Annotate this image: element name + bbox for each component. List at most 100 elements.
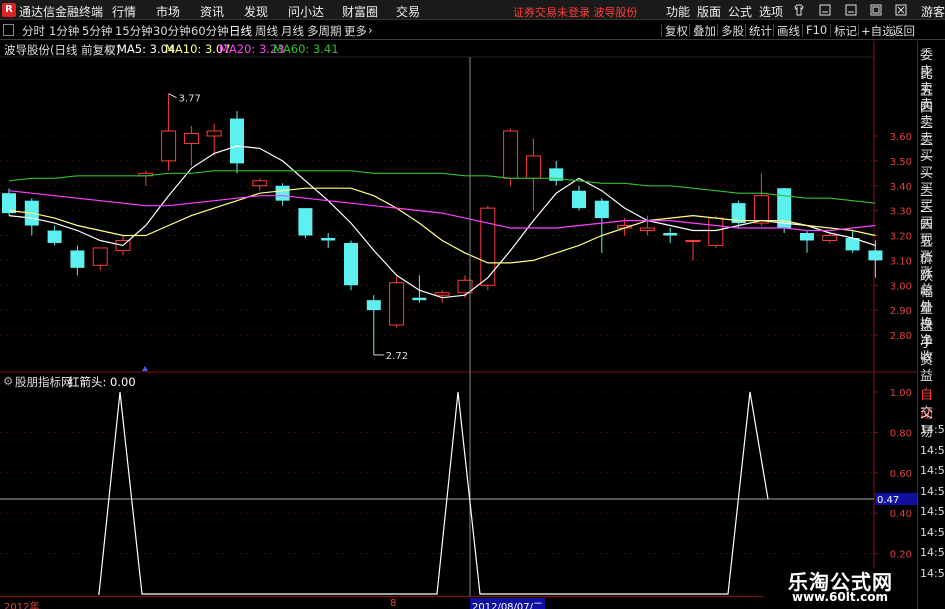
menu-function[interactable]: 功能 <box>666 3 690 20</box>
candle <box>366 295 381 355</box>
tool-adjust[interactable]: 复权 <box>665 23 688 39</box>
candle-body <box>685 239 701 242</box>
candle <box>230 111 244 174</box>
period-15min[interactable]: 15分钟 <box>115 23 153 39</box>
indicator-tick-label: 0.80 <box>890 428 912 439</box>
menu-discover[interactable]: 发现 <box>244 3 268 20</box>
indicator-line <box>98 391 769 595</box>
candle-body <box>344 242 358 286</box>
candle <box>525 138 541 211</box>
tool-draw[interactable]: 画线 <box>777 23 800 39</box>
trade-time: 14:56 <box>920 443 945 457</box>
price-tick-label: 3.10 <box>890 256 912 267</box>
trade-time: 14:56 <box>920 505 945 518</box>
candle-body <box>275 185 290 201</box>
candle-body <box>868 250 883 261</box>
guest-label[interactable]: 游客 <box>921 3 945 20</box>
chart-canvas[interactable]: 3.60 3.50 3.40 3.30 3.20 3.10 3.00 2.90 2.80 1.00… <box>0 0 945 609</box>
candle-body <box>480 207 496 286</box>
candle <box>572 185 586 211</box>
quote-side-panel: 委比 卖五 卖四 卖三 卖二 卖一 买一 买二 买三 买四 买五 现价 涨跌 涨幅 总量 外盘 换手 净资 收益 自动… <box>917 41 945 609</box>
candle-body <box>753 195 769 224</box>
menu-wealth[interactable]: 财富圈 <box>342 3 378 20</box>
menu-ask[interactable]: 问小达 <box>288 3 324 20</box>
event-marker-icon <box>142 366 148 371</box>
period-monthly[interactable]: 月线 <box>281 23 304 39</box>
tool-stats[interactable]: 统计 <box>749 23 772 39</box>
candle-body <box>412 297 427 301</box>
minimize-icon[interactable] <box>819 4 831 16</box>
price-tick-label: 2.90 <box>890 306 912 317</box>
candle-body <box>183 133 199 144</box>
menu-market[interactable]: 市场 <box>156 3 180 20</box>
candle <box>161 93 177 171</box>
candle <box>594 198 609 253</box>
menu-quotes[interactable]: 行情 <box>112 3 136 20</box>
candle <box>800 230 814 253</box>
period-tick[interactable]: 分时 <box>22 23 45 39</box>
shirt-icon[interactable] <box>793 4 805 16</box>
candle-body <box>708 217 724 246</box>
period-30min[interactable]: 30分钟 <box>153 23 191 39</box>
ma60-label: MA60: 3.41 <box>273 42 339 56</box>
period-5min[interactable]: 5分钟 <box>82 23 112 39</box>
close-icon[interactable] <box>895 4 907 16</box>
chevron-right-icon[interactable]: › <box>368 23 373 37</box>
candle-body <box>572 190 586 209</box>
tool-back[interactable]: 返回 <box>892 23 915 39</box>
settings-gear-icon[interactable]: ⚙ <box>105 42 115 56</box>
price-tick-label: 3.40 <box>890 182 912 193</box>
candle <box>183 126 199 166</box>
candle <box>92 247 108 271</box>
period-daily[interactable]: 日线 <box>229 23 252 39</box>
login-notice[interactable]: 证券交易未登录 波导股份 <box>513 4 638 20</box>
indicator-gear-icon[interactable]: ⚙ <box>3 374 13 388</box>
menu-layout[interactable]: 版面 <box>697 3 721 20</box>
tool-multistock[interactable]: 多股 <box>721 23 744 39</box>
trade-time: 14:56 <box>920 423 945 436</box>
indicator-tick-label: 0.40 <box>890 509 912 520</box>
candle-body <box>639 227 655 232</box>
candle <box>344 240 358 291</box>
price-tick-label: 3.20 <box>890 232 912 243</box>
candle <box>663 228 678 243</box>
candle <box>70 245 85 276</box>
indicator-tick-label: 0.60 <box>890 469 912 480</box>
candle <box>753 173 769 226</box>
high-pointer <box>168 93 177 99</box>
price-tick-label: 3.50 <box>890 157 912 168</box>
stock-title[interactable]: 波导股份(日线 前复权) <box>4 42 120 58</box>
period-60min[interactable]: 60分钟 <box>191 23 229 39</box>
period-weekly[interactable]: 周线 <box>255 23 278 39</box>
tool-f10[interactable]: F10 <box>806 23 827 37</box>
quote-field-label: 收益 <box>920 350 934 385</box>
candle-body <box>206 130 222 137</box>
candle-body <box>47 230 62 243</box>
trade-time: 14:56 <box>920 566 945 580</box>
period-more[interactable]: 更多 <box>344 23 367 39</box>
period-1min[interactable]: 1分钟 <box>49 23 79 39</box>
tool-mark[interactable]: 标记 <box>834 23 857 39</box>
menu-news[interactable]: 资讯 <box>200 3 224 20</box>
date-axis-bar: 2012年 8 2012/08/07/二 <box>0 596 880 609</box>
menu-trade[interactable]: 交易 <box>396 3 420 20</box>
watermark-url: www.60lt.com <box>792 590 889 604</box>
candle <box>47 225 62 246</box>
trade-time: 14:56 <box>920 546 945 559</box>
menu-options[interactable]: 选项 <box>759 3 783 20</box>
restore-icon[interactable] <box>845 4 857 16</box>
panel-toggle-icon[interactable] <box>3 24 14 36</box>
ma-line-ma10 <box>8 187 876 264</box>
crosshair-value-label: 0.47 <box>877 495 899 506</box>
maximize-icon[interactable] <box>870 4 882 16</box>
candle-body <box>2 193 16 214</box>
ma-info-line: 波导股份(日线 前复权) ⚙ MA5: 3.04 MA10: 3.07 MA20… <box>0 41 880 57</box>
tool-overlay[interactable]: 叠加 <box>693 23 716 39</box>
candle <box>708 215 724 248</box>
candle <box>321 233 336 248</box>
candle-body <box>230 118 244 164</box>
period-multi[interactable]: 多周期 <box>307 23 342 39</box>
indicator-name[interactable]: 股朋指标网 <box>15 374 73 390</box>
menu-bar: R 通达信金融终端 行情 市场 资讯 发现 问小达 财富圈 交易 证券交易未登录… <box>0 0 945 20</box>
menu-formula[interactable]: 公式 <box>728 3 752 20</box>
